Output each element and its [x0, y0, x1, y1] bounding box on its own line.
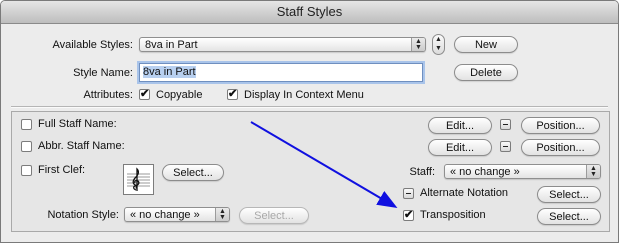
- annotation-arrow: [250, 121, 398, 209]
- staff-styles-window: Staff Styles Available Styles: 8va in Pa…: [0, 0, 619, 243]
